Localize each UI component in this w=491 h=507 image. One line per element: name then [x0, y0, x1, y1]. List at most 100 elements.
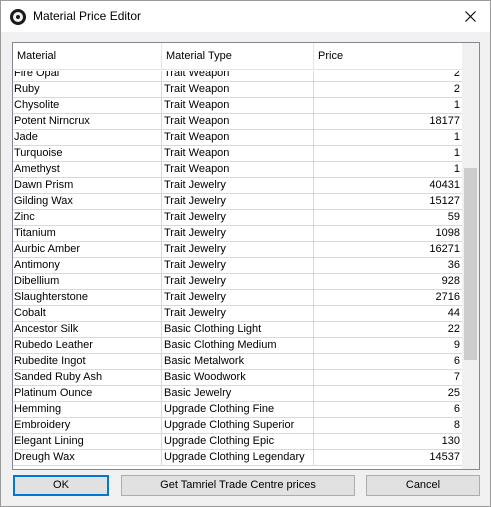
price-cell[interactable]: 18177 — [314, 114, 462, 129]
table-row[interactable]: Amethyst Trait Weapon 1 — [13, 162, 462, 178]
material-cell: Rubedite Ingot — [13, 354, 162, 369]
get-ttc-prices-button[interactable]: Get Tamriel Trade Centre prices — [121, 475, 355, 496]
material-type-cell: Upgrade Clothing Epic — [162, 434, 314, 449]
table-row[interactable]: Zinc Trait Jewelry 59 — [13, 210, 462, 226]
material-price-editor-window: Material Price Editor Material Material … — [0, 0, 491, 507]
table-row[interactable]: Fire Opal Trait Weapon 2 — [13, 71, 462, 82]
table-row[interactable]: Jade Trait Weapon 1 — [13, 130, 462, 146]
price-cell[interactable]: 36 — [314, 258, 462, 273]
price-cell[interactable]: 130 — [314, 434, 462, 449]
column-header-material-type[interactable]: Material Type — [162, 43, 314, 70]
price-cell[interactable]: 1 — [314, 98, 462, 113]
price-cell[interactable]: 2716 — [314, 290, 462, 305]
table-row[interactable]: Elegant Lining Upgrade Clothing Epic 130 — [13, 434, 462, 450]
material-type-cell: Trait Weapon — [162, 98, 314, 113]
table-row[interactable]: Chysolite Trait Weapon 1 — [13, 98, 462, 114]
material-cell: Dawn Prism — [13, 178, 162, 193]
material-cell: Jade — [13, 130, 162, 145]
close-icon — [464, 11, 476, 22]
price-cell[interactable]: 59 — [314, 210, 462, 225]
table-row[interactable]: Sanded Ruby Ash Basic Woodwork 7 — [13, 370, 462, 386]
price-cell[interactable]: 25 — [314, 386, 462, 401]
table-row[interactable]: Antimony Trait Jewelry 36 — [13, 258, 462, 274]
material-cell: Embroidery — [13, 418, 162, 433]
price-cell[interactable]: 1 — [314, 146, 462, 161]
price-cell[interactable]: 1 — [314, 130, 462, 145]
column-header-material[interactable]: Material — [13, 43, 162, 70]
column-header-price[interactable]: Price — [314, 43, 462, 70]
window-title: Material Price Editor — [33, 9, 142, 23]
price-cell[interactable]: 2 — [314, 71, 462, 81]
material-cell: Zinc — [13, 210, 162, 225]
table-row[interactable]: Dreugh Wax Upgrade Clothing Legendary 1453… — [13, 450, 462, 466]
material-type-cell: Trait Jewelry — [162, 258, 314, 273]
price-cell[interactable]: 16271 — [314, 242, 462, 257]
material-cell: Sanded Ruby Ash — [13, 370, 162, 385]
table-row[interactable]: Dibellium Trait Jewelry 928 — [13, 274, 462, 290]
material-type-cell: Upgrade Clothing Legendary — [162, 450, 314, 465]
table-row[interactable]: Potent Nirncrux Trait Weapon 18177 — [13, 114, 462, 130]
price-cell[interactable]: 44 — [314, 306, 462, 321]
price-cell[interactable]: 8 — [314, 418, 462, 433]
material-cell: Ruby — [13, 82, 162, 97]
material-cell: Cobalt — [13, 306, 162, 321]
price-cell[interactable]: 1098 — [314, 226, 462, 241]
cancel-button[interactable]: Cancel — [366, 475, 480, 496]
material-cell: Turquoise — [13, 146, 162, 161]
price-cell[interactable]: 2 — [314, 82, 462, 97]
material-cell: Hemming — [13, 402, 162, 417]
title-bar: Material Price Editor — [1, 1, 490, 32]
ok-button[interactable]: OK — [13, 475, 109, 496]
material-type-cell: Trait Jewelry — [162, 210, 314, 225]
material-type-cell: Trait Jewelry — [162, 290, 314, 305]
material-cell: Elegant Lining — [13, 434, 162, 449]
price-cell[interactable]: 7 — [314, 370, 462, 385]
material-cell: Dreugh Wax — [13, 450, 162, 465]
price-cell[interactable]: 1 — [314, 162, 462, 177]
material-cell: Gilding Wax — [13, 194, 162, 209]
material-cell: Ancestor Silk — [13, 322, 162, 337]
price-cell[interactable]: 15127 — [314, 194, 462, 209]
material-type-cell: Basic Metalwork — [162, 354, 314, 369]
material-type-cell: Trait Jewelry — [162, 306, 314, 321]
price-cell[interactable]: 928 — [314, 274, 462, 289]
price-cell[interactable]: 14537 — [314, 450, 462, 465]
material-type-cell: Trait Weapon — [162, 146, 314, 161]
grid-header: Material Material Type Price — [13, 43, 462, 70]
table-row[interactable]: Turquoise Trait Weapon 1 — [13, 146, 462, 162]
table-row[interactable]: Platinum Ounce Basic Jewelry 25 — [13, 386, 462, 402]
material-type-cell: Trait Jewelry — [162, 226, 314, 241]
material-type-cell: Trait Weapon — [162, 82, 314, 97]
vertical-scrollbar[interactable] — [462, 43, 479, 469]
grid-body: Fire Opal Trait Weapon 2 Ruby Trait Weapon 2 C… — [13, 71, 462, 469]
material-type-cell: Upgrade Clothing Superior — [162, 418, 314, 433]
close-button[interactable] — [450, 1, 490, 32]
material-cell: Amethyst — [13, 162, 162, 177]
material-cell: Titanium — [13, 226, 162, 241]
table-row[interactable]: Embroidery Upgrade Clothing Superior 8 — [13, 418, 462, 434]
material-type-cell: Basic Clothing Medium — [162, 338, 314, 353]
table-row[interactable]: Ancestor Silk Basic Clothing Light 22 — [13, 322, 462, 338]
material-type-cell: Basic Jewelry — [162, 386, 314, 401]
price-cell[interactable]: 6 — [314, 354, 462, 369]
price-grid[interactable]: Material Material Type Price Fire Opal Tr… — [12, 42, 480, 470]
grid-rows: Fire Opal Trait Weapon 2 Ruby Trait Weapon 2 C… — [13, 71, 462, 466]
price-cell[interactable]: 9 — [314, 338, 462, 353]
price-cell[interactable]: 6 — [314, 402, 462, 417]
table-row[interactable]: Rubedite Ingot Basic Metalwork 6 — [13, 354, 462, 370]
material-type-cell: Trait Weapon — [162, 71, 314, 81]
price-cell[interactable]: 22 — [314, 322, 462, 337]
table-row[interactable]: Rubedo Leather Basic Clothing Medium 9 — [13, 338, 462, 354]
app-icon — [10, 9, 26, 25]
table-row[interactable]: Dawn Prism Trait Jewelry 40431 — [13, 178, 462, 194]
table-row[interactable]: Cobalt Trait Jewelry 44 — [13, 306, 462, 322]
table-row[interactable]: Aurbic Amber Trait Jewelry 16271 — [13, 242, 462, 258]
table-row[interactable]: Hemming Upgrade Clothing Fine 6 — [13, 402, 462, 418]
table-row[interactable]: Titanium Trait Jewelry 1098 — [13, 226, 462, 242]
price-cell[interactable]: 40431 — [314, 178, 462, 193]
scrollbar-thumb[interactable] — [464, 168, 477, 360]
table-row[interactable]: Slaughterstone Trait Jewelry 2716 — [13, 290, 462, 306]
table-row[interactable]: Ruby Trait Weapon 2 — [13, 82, 462, 98]
material-cell: Fire Opal — [13, 71, 162, 81]
table-row[interactable]: Gilding Wax Trait Jewelry 15127 — [13, 194, 462, 210]
